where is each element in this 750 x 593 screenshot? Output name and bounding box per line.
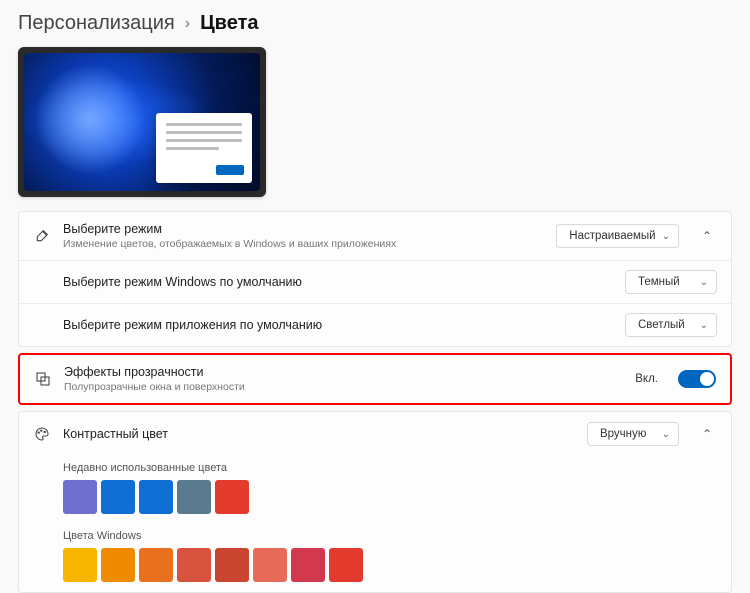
transparency-highlight: Эффекты прозрачности Полупрозрачные окна…	[18, 353, 732, 405]
color-swatch[interactable]	[177, 548, 211, 582]
breadcrumb-parent[interactable]: Персонализация	[18, 12, 175, 35]
mode-select[interactable]: Настраиваемый ⌄	[556, 224, 679, 248]
color-swatch[interactable]	[329, 548, 363, 582]
windows-colors	[19, 548, 731, 592]
color-swatch[interactable]	[253, 548, 287, 582]
chevron-down-icon: ⌄	[700, 277, 708, 288]
chevron-down-icon: ⌄	[662, 429, 670, 440]
window-preview	[156, 113, 252, 183]
transparency-icon	[34, 371, 52, 387]
color-swatch[interactable]	[139, 548, 173, 582]
breadcrumb-current: Цвета	[200, 12, 258, 35]
color-swatch[interactable]	[291, 548, 325, 582]
mode-desc: Изменение цветов, отображаемых в Windows…	[63, 238, 544, 250]
mode-row[interactable]: Выберите режим Изменение цветов, отображ…	[19, 212, 731, 260]
color-swatch[interactable]	[215, 548, 249, 582]
color-swatch[interactable]	[177, 480, 211, 514]
color-swatch[interactable]	[139, 480, 173, 514]
breadcrumb: Персонализация › Цвета	[18, 12, 732, 35]
recent-colors	[19, 480, 731, 524]
windows-colors-label: Цвета Windows	[19, 524, 731, 548]
windows-mode-value: Темный	[638, 276, 680, 288]
contrast-card: Контрастный цвет Вручную ⌄ ⌃ Недавно исп…	[18, 411, 732, 593]
windows-mode-select[interactable]: Темный ⌄	[625, 270, 717, 294]
brush-icon	[33, 228, 51, 244]
app-mode-select[interactable]: Светлый ⌄	[625, 313, 717, 337]
transparency-row[interactable]: Эффекты прозрачности Полупрозрачные окна…	[20, 355, 730, 403]
transparency-desc: Полупрозрачные окна и поверхности	[64, 381, 623, 393]
mode-title: Выберите режим	[63, 222, 544, 236]
palette-icon	[33, 426, 51, 442]
contrast-value: Вручную	[600, 428, 646, 440]
color-swatch[interactable]	[63, 480, 97, 514]
transparency-state-label: Вкл.	[635, 373, 658, 385]
windows-mode-row: Выберите режим Windows по умолчанию Темн…	[19, 260, 731, 303]
contrast-title: Контрастный цвет	[63, 427, 575, 441]
color-swatch[interactable]	[63, 548, 97, 582]
color-swatch[interactable]	[215, 480, 249, 514]
windows-mode-label: Выберите режим Windows по умолчанию	[63, 275, 613, 289]
color-swatch[interactable]	[101, 548, 135, 582]
chevron-down-icon: ⌄	[662, 231, 670, 242]
app-mode-row: Выберите режим приложения по умолчанию С…	[19, 303, 731, 346]
mode-card: Выберите режим Изменение цветов, отображ…	[18, 211, 732, 347]
contrast-row[interactable]: Контрастный цвет Вручную ⌄ ⌃	[19, 412, 731, 456]
contrast-select[interactable]: Вручную ⌄	[587, 422, 679, 446]
app-mode-value: Светлый	[638, 319, 685, 331]
chevron-down-icon: ⌄	[700, 320, 708, 331]
transparency-toggle[interactable]	[678, 370, 716, 388]
color-swatch[interactable]	[101, 480, 135, 514]
collapse-icon[interactable]: ⌃	[697, 229, 717, 243]
mode-select-value: Настраиваемый	[569, 230, 655, 242]
collapse-icon[interactable]: ⌃	[697, 427, 717, 441]
chevron-right-icon: ›	[185, 15, 190, 33]
app-mode-label: Выберите режим приложения по умолчанию	[63, 318, 613, 332]
recent-colors-label: Недавно использованные цвета	[19, 456, 731, 480]
transparency-title: Эффекты прозрачности	[64, 365, 623, 379]
color-preview-card	[18, 47, 266, 197]
